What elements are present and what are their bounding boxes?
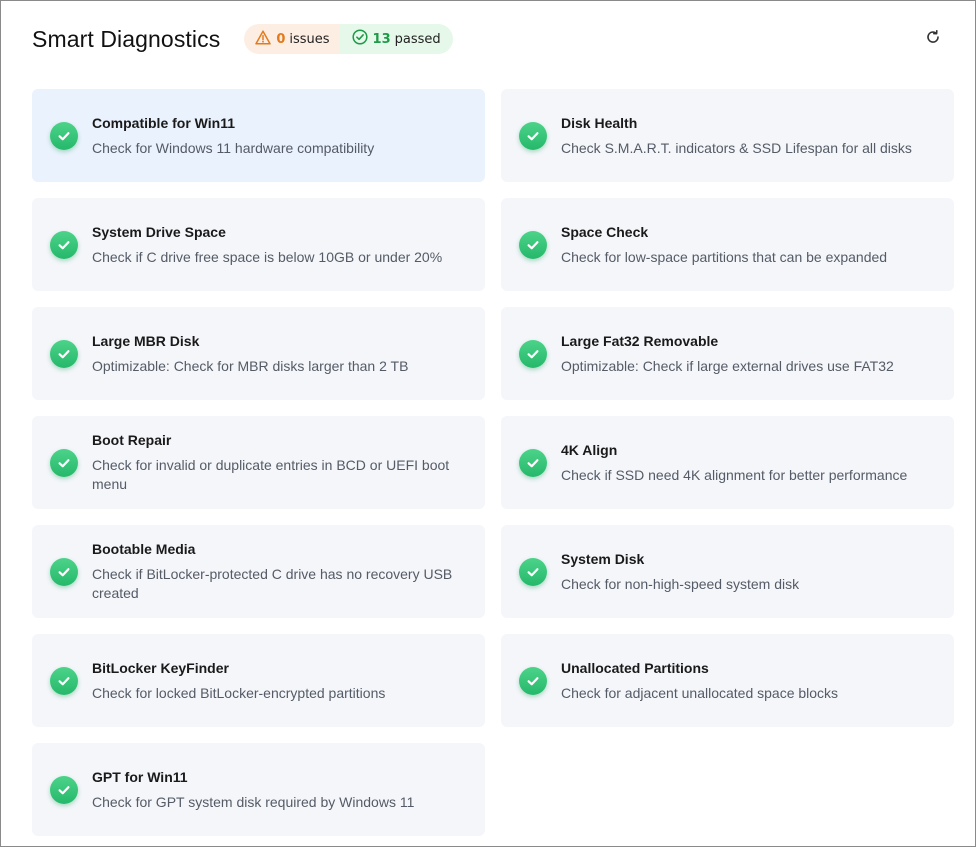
check-description: Check S.M.A.R.T. indicators & SSD Lifesp… [561, 139, 912, 156]
check-passed-icon [519, 121, 547, 150]
check-text: System Drive Space Check if C drive free… [92, 223, 462, 267]
check-title: Bootable Media [92, 541, 196, 557]
check-text: 4K Align Check if SSD need 4K alignment … [561, 441, 931, 485]
check-title: Large Fat32 Removable [561, 332, 719, 349]
check-title: Disk Health [561, 114, 638, 131]
check-description: Check if C drive free space is below 10G… [92, 248, 443, 265]
check-description: Check for invalid or duplicate entries i… [92, 457, 450, 492]
check-title: System Disk [561, 550, 645, 567]
check-text: GPT for Win11 Check for GPT system disk … [92, 768, 462, 812]
check-description: Optimizable: Check for MBR disks larger … [92, 357, 409, 374]
check-card-4[interactable]: Space Check Check for low-space partitio… [501, 198, 954, 291]
check-card-11[interactable]: BitLocker KeyFinder Check for locked Bit… [32, 634, 485, 727]
check-description: Check if SSD need 4K alignment for bette… [561, 466, 908, 483]
check-title: GPT for Win11 [92, 768, 188, 785]
check-card-1[interactable]: Compatible for Win11 Check for Windows 1… [32, 89, 485, 182]
refresh-icon [925, 29, 941, 49]
check-card-2[interactable]: Disk Health Check S.M.A.R.T. indicators … [501, 89, 954, 182]
check-text: Unallocated Partitions Check for adjacen… [561, 659, 931, 703]
check-description: Check for locked BitLocker-encrypted par… [92, 684, 386, 701]
check-title: Large MBR Disk [92, 332, 200, 349]
page-title: Smart Diagnostics [32, 25, 221, 52]
issues-count: 0 [276, 31, 286, 47]
passed-count: 13 [372, 31, 391, 47]
check-passed-icon [50, 775, 78, 804]
check-passed-icon [50, 121, 78, 150]
status-summary: 0 issues 13 passed [244, 24, 453, 54]
checks-grid: Compatible for Win11 Check for Windows 1… [32, 89, 954, 836]
issues-badge[interactable]: 0 issues [244, 24, 340, 54]
check-title: 4K Align [561, 441, 618, 458]
check-card-3[interactable]: System Drive Space Check if C drive free… [32, 198, 485, 291]
check-card-6[interactable]: Large Fat32 Removable Optimizable: Check… [501, 307, 954, 400]
check-title: Compatible for Win11 [92, 114, 236, 131]
check-circle-icon [351, 29, 368, 49]
check-description: Check for adjacent unallocated space blo… [561, 684, 839, 701]
issues-label: issues [289, 31, 330, 47]
check-passed-icon [519, 557, 547, 586]
check-text: Space Check Check for low-space partitio… [561, 223, 931, 267]
refresh-button[interactable] [921, 27, 945, 51]
check-passed-icon [50, 230, 78, 259]
check-card-9[interactable]: Bootable Media Check if BitLocker-protec… [32, 525, 485, 618]
check-card-8[interactable]: 4K Align Check if SSD need 4K alignment … [501, 416, 954, 509]
check-text: Disk Health Check S.M.A.R.T. indicators … [561, 114, 931, 158]
check-passed-icon [519, 448, 547, 477]
check-passed-icon [519, 230, 547, 259]
check-text: Bootable Media Check if BitLocker-protec… [92, 540, 462, 603]
check-passed-icon [50, 448, 78, 477]
check-card-5[interactable]: Large MBR Disk Optimizable: Check for MB… [32, 307, 485, 400]
check-title: System Drive Space [92, 223, 226, 240]
check-passed-icon [50, 666, 78, 695]
warning-triangle-icon [255, 29, 272, 49]
check-description: Check for Windows 11 hardware compatibil… [92, 139, 375, 156]
check-title: Boot Repair [92, 432, 172, 448]
check-passed-icon [50, 557, 78, 586]
passed-badge[interactable]: 13 passed [339, 24, 453, 54]
check-text: BitLocker KeyFinder Check for locked Bit… [92, 659, 462, 703]
check-text: System Disk Check for non-high-speed sys… [561, 550, 931, 594]
check-description: Check for GPT system disk required by Wi… [92, 793, 415, 810]
check-text: Boot Repair Check for invalid or duplica… [92, 431, 462, 494]
check-description: Check if BitLocker-protected C drive has… [92, 566, 453, 601]
check-title: BitLocker KeyFinder [92, 659, 229, 676]
check-description: Check for low-space partitions that can … [561, 248, 888, 265]
check-description: Optimizable: Check if large external dri… [561, 357, 894, 374]
check-card-12[interactable]: Unallocated Partitions Check for adjacen… [501, 634, 954, 727]
check-title: Space Check [561, 223, 649, 240]
check-description: Check for non-high-speed system disk [561, 575, 800, 592]
header: Smart Diagnostics 0 issues 13 passed [32, 21, 945, 57]
diagnostics-panel: Smart Diagnostics 0 issues 13 passed Com… [0, 0, 976, 847]
check-passed-icon [519, 339, 547, 368]
check-text: Large Fat32 Removable Optimizable: Check… [561, 332, 931, 376]
passed-label: passed [394, 31, 441, 47]
check-card-7[interactable]: Boot Repair Check for invalid or duplica… [32, 416, 485, 509]
check-text: Compatible for Win11 Check for Windows 1… [92, 114, 462, 158]
check-text: Large MBR Disk Optimizable: Check for MB… [92, 332, 462, 376]
check-passed-icon [519, 666, 547, 695]
check-title: Unallocated Partitions [561, 659, 709, 676]
check-card-13[interactable]: GPT for Win11 Check for GPT system disk … [32, 743, 485, 836]
check-passed-icon [50, 339, 78, 368]
check-card-10[interactable]: System Disk Check for non-high-speed sys… [501, 525, 954, 618]
